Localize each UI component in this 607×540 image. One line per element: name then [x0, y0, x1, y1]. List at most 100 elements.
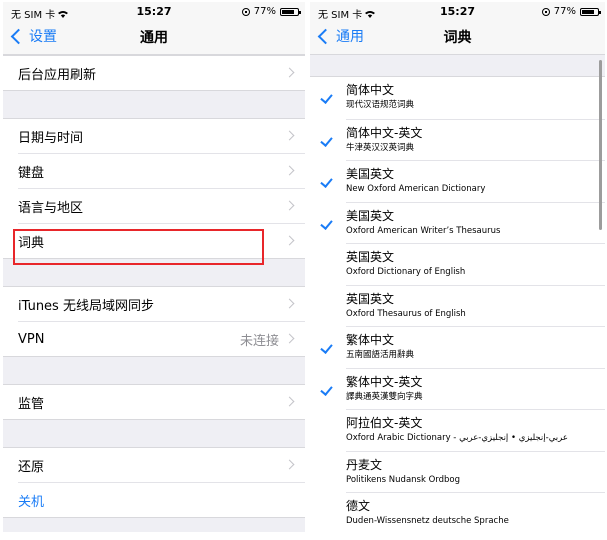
row-label: 还原 [18, 459, 45, 475]
dictionary-language: 美国英文 [346, 167, 395, 181]
dictionary-text: 美国英文 New Oxford American Dictionary [346, 167, 485, 196]
dictionary-list: 简体中文现代汉语规范词典简体中文-英文牛津英汉汉英词典 美国英文 New Oxfor… [310, 76, 605, 532]
battery-percent: 77% [553, 6, 576, 17]
dictionary-language: 简体中文 [346, 83, 395, 97]
settings-group-refresh: 后台应用刷新 [3, 55, 305, 91]
settings-group-supervision: 监管 [3, 384, 305, 420]
checkmark-icon [320, 133, 333, 147]
dictionary-row[interactable]: 英国英文 Oxford Thesaurus of English [346, 284, 605, 327]
checkmark-icon [320, 382, 333, 396]
status-right: 77% [541, 6, 601, 17]
dictionary-text: 简体中文现代汉语规范词典 [346, 83, 414, 112]
scrollbar[interactable] [599, 60, 602, 230]
settings-group-sync: iTunes 无线局域网同步 VPN 未连接 [3, 286, 305, 357]
settings-row-date-time[interactable]: 日期与时间 [3, 119, 305, 153]
chevron-right-icon [284, 459, 295, 470]
vpn-status: 未连接 [239, 333, 279, 349]
dictionary-language: 英国英文 [346, 291, 395, 306]
checkmark-icon [320, 91, 333, 104]
dictionary-row[interactable]: 简体中文-英文牛津英汉汉英词典 [320, 118, 605, 161]
page-title: 词典 [443, 30, 472, 46]
nav-bar: 设置 通用 [3, 22, 305, 55]
dictionary-language: 英国英文 [346, 250, 395, 264]
highlight-box [13, 229, 264, 265]
dictionary-row[interactable]: 德文 Duden-Wissensnetz deutsche Sprache [346, 492, 605, 532]
chevron-right-icon [284, 396, 295, 407]
dictionary-row[interactable]: 繁体中文五南國語活用辭典 [320, 326, 605, 368]
settings-row-supervision[interactable]: 监管 [3, 385, 305, 419]
settings-row-vpn[interactable]: VPN 未连接 [18, 321, 305, 356]
nav-bar: 通用 词典 [310, 22, 605, 55]
row-label: 监管 [18, 396, 45, 412]
dictionary-text: 美国英文 Oxford American Writer’s Thesaurus [346, 209, 500, 238]
dictionary-name: 譯典通英漢雙向字典 [346, 391, 423, 402]
checkmark-icon [320, 341, 333, 354]
row-label: VPN [18, 331, 45, 347]
status-right: 77% [241, 6, 301, 17]
dictionary-name: Oxford Arabic Dictionary - عربي-إنجليزي … [346, 433, 568, 443]
dictionary-row[interactable]: 繁体中文-英文譯典通英漢雙向字典 [320, 367, 605, 410]
row-label: iTunes 无线局域网同步 [18, 298, 154, 314]
status-bar: 无 SIM 卡 15:27 77% [310, 2, 605, 22]
dictionary-language: 繁体中文-英文 [346, 374, 423, 389]
dictionary-row[interactable]: 美国英文 New Oxford American Dictionary [320, 160, 605, 202]
settings-row-reset[interactable]: 还原 [3, 448, 305, 482]
dictionary-text: 英国英文 Oxford Thesaurus of English [346, 292, 466, 321]
dictionary-name: Duden-Wissensnetz deutsche Sprache [346, 516, 509, 526]
checkmark-icon [320, 175, 333, 188]
dictionary-row[interactable]: 美国英文 Oxford American Writer’s Thesaurus [320, 201, 605, 244]
dictionary-language: 简体中文-英文 [346, 125, 423, 140]
status-bar: 无 SIM 卡 15:27 77% [3, 2, 305, 22]
dictionary-name: Oxford Dictionary of English [346, 267, 466, 277]
rotation-lock-icon [241, 7, 250, 16]
dictionary-row[interactable]: 丹麦文 Politikens Nudansk Ordbog [346, 450, 605, 493]
battery-icon [280, 7, 301, 16]
dictionary-text: 繁体中文五南國語活用辭典 [346, 333, 414, 362]
dictionary-name: Politikens Nudansk Ordbog [346, 474, 461, 485]
battery-percent: 77% [253, 6, 276, 17]
dictionary-language: 德文 [346, 499, 371, 513]
dictionary-name: 现代汉语规范词典 [346, 100, 415, 110]
row-label: 语言与地区 [18, 200, 84, 216]
dictionary-text: 英国英文 Oxford Dictionary of English [346, 250, 465, 279]
settings-row-background-refresh[interactable]: 后台应用刷新 [3, 56, 305, 90]
chevron-right-icon [284, 200, 295, 211]
dictionary-row[interactable]: 简体中文现代汉语规范词典 [310, 77, 605, 119]
dictionary-row[interactable]: 阿拉伯文-英文 Oxford Arabic Dictionary - عربي-إ… [346, 409, 605, 451]
chevron-right-icon [284, 165, 295, 176]
chevron-right-icon [284, 67, 295, 78]
dictionary-name: New Oxford American Dictionary [346, 184, 486, 194]
page-title: 通用 [140, 30, 168, 46]
dictionary-name: Oxford Thesaurus of English [346, 308, 466, 319]
general-settings-screen: 无 SIM 卡 15:27 77% 设置 通用 后台应用刷新 日期与时间 键盘 [3, 2, 305, 532]
chevron-right-icon [284, 333, 295, 344]
rotation-lock-icon [541, 7, 550, 16]
dictionary-language: 繁体中文 [346, 333, 395, 347]
dictionary-text: 德文 Duden-Wissensnetz deutsche Sprache [346, 499, 509, 528]
settings-row-keyboard[interactable]: 键盘 [18, 153, 305, 188]
settings-group-reset: 还原 关机 [3, 447, 305, 518]
dictionary-name: Oxford American Writer’s Thesaurus [346, 225, 501, 236]
settings-row-itunes-sync[interactable]: iTunes 无线局域网同步 [3, 287, 305, 321]
dictionary-name: 牛津英汉汉英词典 [346, 142, 415, 153]
dictionary-language: 阿拉伯文-英文 [346, 416, 423, 430]
dictionary-name: 五南國語活用辭典 [346, 350, 415, 360]
dictionary-text: 阿拉伯文-英文 Oxford Arabic Dictionary - عربي-إ… [346, 416, 568, 445]
settings-row-shutdown[interactable]: 关机 [18, 482, 305, 517]
dictionary-text: 简体中文-英文牛津英汉汉英词典 [346, 126, 422, 155]
row-label: 日期与时间 [18, 130, 84, 146]
dictionary-screen: 无 SIM 卡 15:27 77% 通用 词典 简体中文 现代汉语规范词典 简体中文… [310, 2, 605, 532]
dictionary-text: 繁体中文-英文譯典通英漢雙向字典 [346, 375, 423, 404]
dictionary-language: 丹麦文 [346, 457, 383, 472]
battery-fill [282, 9, 294, 14]
row-label: 键盘 [18, 165, 45, 181]
row-label: 后台应用刷新 [18, 67, 97, 83]
dictionary-text: 丹麦文 Politikens Nudansk Ordbog [346, 458, 460, 487]
settings-row-language-region[interactable]: 语言与地区 [18, 188, 305, 223]
dictionary-row[interactable]: 英国英文 Oxford Dictionary of English [346, 243, 605, 285]
checkmark-icon [320, 216, 333, 230]
battery-icon [580, 7, 601, 16]
chevron-right-icon [284, 235, 295, 246]
shutdown-label: 关机 [18, 494, 45, 510]
chevron-right-icon [284, 130, 295, 141]
